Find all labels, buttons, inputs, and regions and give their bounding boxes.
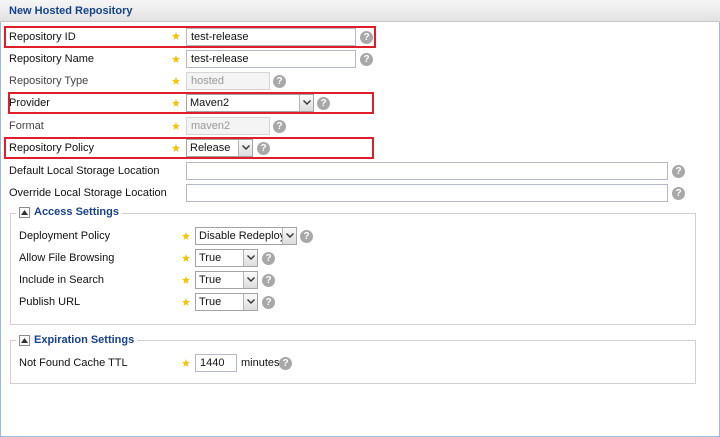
format-label: Format [9,120,44,132]
repository-type-label: Repository Type [9,75,89,87]
star-icon [182,298,190,306]
publish-url-select[interactable]: True [195,293,258,311]
repository-policy-value: Release [190,142,231,154]
help-icon[interactable]: ? [262,252,275,265]
collapse-up-icon[interactable] [19,206,30,218]
repository-name-input[interactable]: test-release [186,50,356,68]
help-icon[interactable]: ? [360,31,373,44]
provider-select[interactable]: Maven2 [186,94,314,112]
minutes-unit-label: minutes [241,357,280,369]
allow-file-browsing-select[interactable]: True [195,249,258,267]
repository-id-label: Repository ID [9,31,76,43]
repository-policy-label: Repository Policy [9,142,94,154]
help-icon[interactable]: ? [262,274,275,287]
collapse-up-icon[interactable] [19,334,30,346]
allow-file-browsing-value: True [199,252,222,264]
chevron-down-icon[interactable] [243,294,257,310]
expiration-settings-title: Expiration Settings [34,334,135,346]
help-icon[interactable]: ? [672,165,685,178]
include-in-search-select[interactable]: True [195,271,258,289]
default-storage-input[interactable] [186,162,668,180]
deployment-policy-select[interactable]: Disable Redeploy [195,227,297,245]
star-icon [182,232,190,240]
chevron-down-icon[interactable] [243,250,257,266]
allow-file-browsing-label: Allow File Browsing [19,252,115,264]
star-icon [182,254,190,262]
format-input[interactable]: maven2 [186,117,270,135]
help-icon[interactable]: ? [360,53,373,66]
help-icon[interactable]: ? [257,142,270,155]
help-icon[interactable]: ? [300,230,313,243]
include-in-search-value: True [199,274,222,286]
star-icon [172,99,180,107]
help-icon[interactable]: ? [672,187,685,200]
not-found-cache-ttl-input[interactable]: 1440 [195,354,237,372]
repository-type-input[interactable]: hosted [186,72,270,90]
include-in-search-label: Include in Search [19,274,104,286]
deployment-policy-label: Deployment Policy [19,230,111,242]
expiration-settings-legend: Expiration Settings [16,334,138,346]
chevron-down-icon[interactable] [243,272,257,288]
repository-name-label: Repository Name [9,53,94,65]
panel-header: New Hosted Repository [0,0,720,22]
chevron-down-icon[interactable] [238,140,252,156]
access-settings-fieldset [10,213,696,325]
not-found-cache-ttl-label: Not Found Cache TTL [19,357,128,369]
repository-policy-select[interactable]: Release [186,139,253,157]
override-storage-label: Override Local Storage Location [9,187,167,199]
chevron-down-icon[interactable] [282,228,296,244]
help-icon[interactable]: ? [262,296,275,309]
access-settings-title: Access Settings [34,206,119,218]
access-settings-legend: Access Settings [16,206,122,218]
star-icon [182,276,190,284]
override-storage-input[interactable] [186,184,668,202]
star-icon [182,359,190,367]
repository-id-input[interactable]: test-release [186,28,356,46]
chevron-down-icon[interactable] [299,95,313,111]
publish-url-value: True [199,296,222,308]
panel-title: New Hosted Repository [9,5,133,17]
help-icon[interactable]: ? [273,75,286,88]
star-icon [172,122,180,130]
star-icon [172,144,180,152]
help-icon[interactable]: ? [279,357,292,370]
deployment-policy-value: Disable Redeploy [199,230,286,242]
star-icon [172,55,180,63]
star-icon [172,77,180,85]
help-icon[interactable]: ? [317,97,330,110]
provider-value: Maven2 [190,97,230,109]
default-storage-label: Default Local Storage Location [9,165,160,177]
provider-label: Provider [9,97,50,109]
star-icon [172,32,180,40]
publish-url-label: Publish URL [19,296,81,308]
help-icon[interactable]: ? [273,120,286,133]
